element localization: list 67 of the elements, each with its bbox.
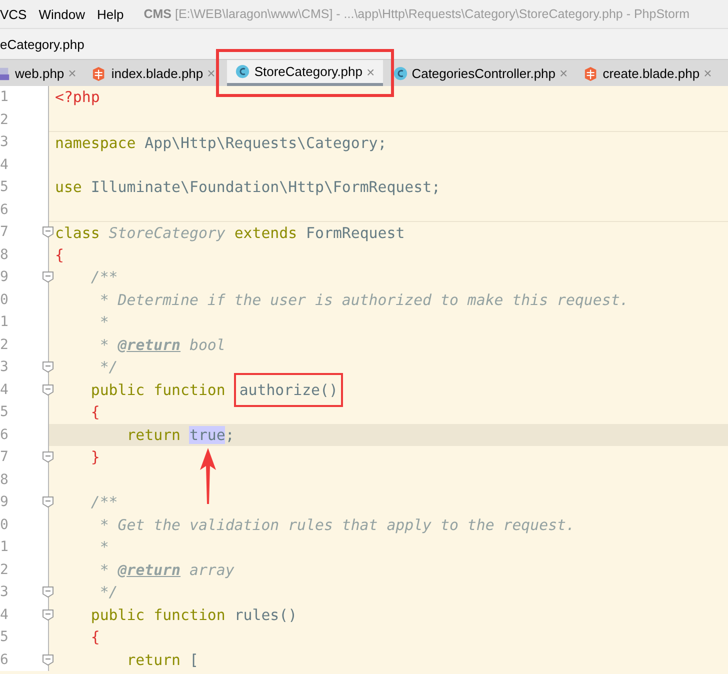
fold-icon[interactable] <box>42 451 54 463</box>
fold-icon[interactable] <box>42 608 54 620</box>
class-file-icon <box>392 66 408 80</box>
code-line: { <box>55 246 64 264</box>
line-number: 9 <box>0 268 8 286</box>
line-number: 6 <box>0 200 8 218</box>
menu-item[interactable]: Help <box>96 6 124 22</box>
code-line: namespace App\Http\Requests\Category; <box>55 134 387 152</box>
line-number: 4 <box>0 156 8 174</box>
code-line: public function rules() <box>90 606 298 624</box>
line-number: 3 <box>0 583 8 601</box>
window-title: CMS [E:\WEB\laragon\www\CMS] - ...\app\Http\Requests\Category\StoreCategory.php - PhpStorm <box>144 7 690 21</box>
code-line: use Illuminate\Foundation\Http\FormRequest; <box>55 178 441 196</box>
line-number: 1 <box>0 538 8 556</box>
fold-icon[interactable] <box>42 226 54 238</box>
line-number: 7 <box>0 448 8 466</box>
line-number: 6 <box>0 650 8 668</box>
editor-tab[interactable]: index.blade.php × <box>88 60 222 86</box>
code-line: * @return array <box>98 560 234 579</box>
line-number: 1 <box>0 313 8 331</box>
breadcrumb[interactable]: eCategory.php <box>0 36 84 52</box>
code-line: * Get the validation rules that apply to the request. <box>98 516 575 534</box>
blade-file-icon <box>584 66 599 80</box>
code-line: /** <box>90 493 118 512</box>
fold-icon[interactable] <box>42 654 54 666</box>
line-number: 0 <box>0 290 8 308</box>
line-number: 1 <box>0 88 8 106</box>
code-line: * <box>98 538 109 556</box>
code-line: */ <box>98 583 118 602</box>
class-file-icon <box>235 64 250 79</box>
line-number: 9 <box>0 493 8 511</box>
menu-item[interactable]: Window <box>38 6 85 22</box>
line-number: 5 <box>0 628 8 646</box>
line-number: 3 <box>0 358 8 376</box>
php-file-icon <box>0 66 11 80</box>
line-number: 6 <box>0 426 8 444</box>
line-number: 2 <box>0 560 8 578</box>
editor-tab[interactable]: create.blade.php × <box>580 60 718 86</box>
line-number: 0 <box>0 516 8 534</box>
fold-icon[interactable] <box>42 496 54 508</box>
line-number: 3 <box>0 133 8 151</box>
line-number: 8 <box>0 470 8 488</box>
fold-icon[interactable] <box>42 361 54 373</box>
line-number: 5 <box>0 178 8 196</box>
line-number: 2 <box>0 110 8 128</box>
code-line: /** <box>90 268 118 286</box>
editor-tab[interactable]: web.php × <box>0 60 82 86</box>
line-number: 5 <box>0 403 8 421</box>
code-line: return true; <box>126 426 234 444</box>
fold-icon[interactable] <box>42 384 54 396</box>
code-line: } <box>90 448 100 466</box>
menu-item[interactable]: VCS <box>0 6 27 22</box>
fold-icon[interactable] <box>42 271 54 283</box>
line-number: 2 <box>0 336 8 354</box>
fold-icon[interactable] <box>42 586 54 598</box>
code-line: <?php <box>55 88 100 106</box>
line-number: 4 <box>0 606 8 624</box>
editor-tab[interactable]: CategoriesController.php × <box>388 60 574 86</box>
code-line: return [ <box>126 650 198 669</box>
code-line: * @return bool <box>98 336 226 354</box>
line-number: 8 <box>0 246 8 264</box>
code-line: * <box>98 313 109 332</box>
line-number: 7 <box>0 223 8 241</box>
code-line: class StoreCategory extends FormRequest <box>55 224 405 242</box>
code-line: * Determine if the user is authorized to make this request. <box>98 290 629 309</box>
code-line: { <box>90 628 100 646</box>
line-number: 4 <box>0 380 8 398</box>
